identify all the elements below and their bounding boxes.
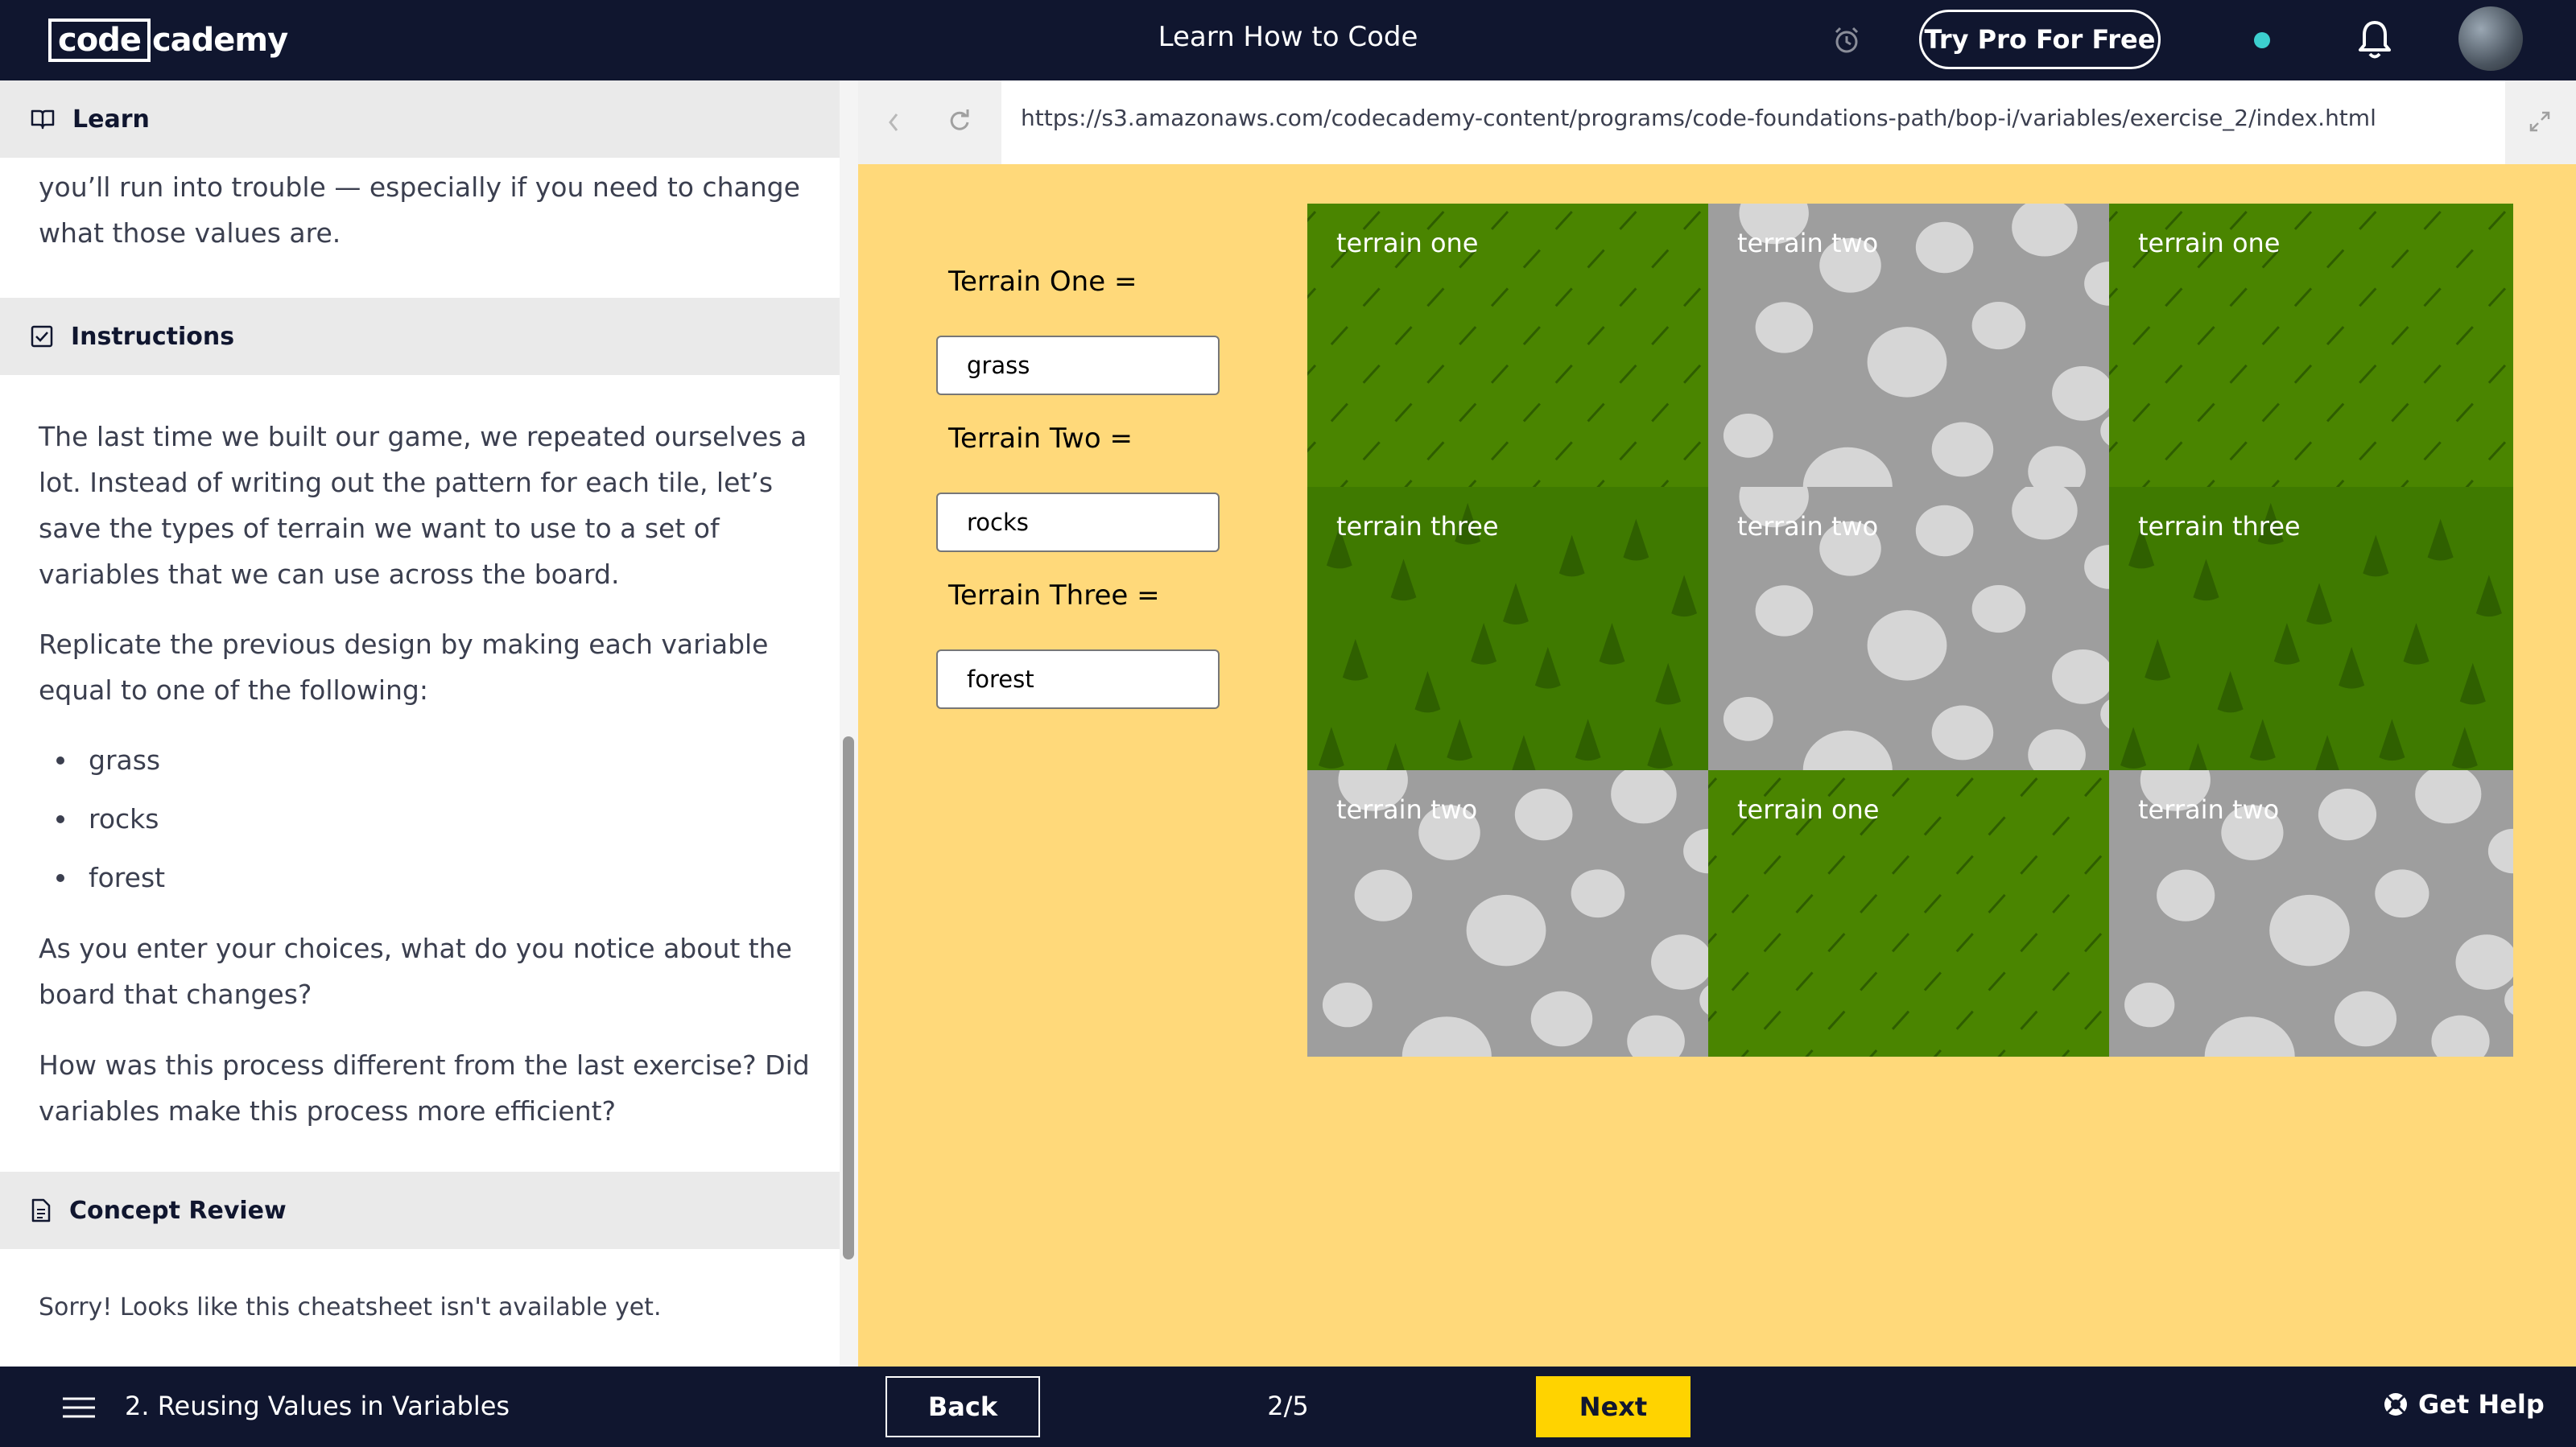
instructions-header[interactable]: Instructions [0,298,840,375]
board-tile: terrain three [2109,487,2513,770]
intro-text: you’ll run into trouble — especially if … [39,171,800,249]
lifebuoy-icon [2384,1393,2407,1416]
instruction-paragraph-2: Replicate the previous design by making … [39,629,769,706]
cheatsheet-text: Sorry! Looks like this cheatsheet isn't … [39,1293,662,1321]
menu-icon[interactable] [63,1397,95,1418]
url-field[interactable]: https://s3.amazonaws.com/codecademy-cont… [1021,105,2376,131]
list-item: forest [56,848,781,907]
book-icon [31,109,55,130]
list-item: grass [56,731,781,789]
terrain-options-list: grass rocks forest [56,731,781,907]
tile-label: terrain three [1336,511,1499,542]
board-tile: terrain two [2109,770,2513,1057]
tile-label: terrain one [1336,228,1479,258]
instruction-paragraph-3: As you enter your choices, what do you n… [39,933,792,1010]
lesson-title[interactable]: 2. Reusing Values in Variables [125,1391,510,1421]
terrain-one-label: Terrain One = [948,266,1137,298]
concept-review-header[interactable]: Concept Review [0,1172,840,1249]
terrain-two-input[interactable]: rocks [936,493,1220,552]
expand-icon[interactable] [2528,109,2552,134]
tile-label: terrain one [1737,794,1880,825]
instruction-paragraph-4: How was this process different from the … [39,1049,810,1127]
exercise-preview: Terrain One = grass Terrain Two = rocks … [858,164,2576,1367]
game-board: terrain one terrain two terrain one terrain… [1307,204,2513,1057]
board-tile: terrain three [1307,487,1708,770]
terrain-three-label: Terrain Three = [948,579,1160,612]
browser-nav [858,80,1001,164]
instructions-label: Instructions [71,322,235,351]
back-arrow-icon[interactable] [886,111,902,134]
board-tile: terrain two [1708,204,2109,487]
checkbox-icon [31,325,53,348]
bottom-nav: 2. Reusing Values in Variables Back 2/5 … [0,1367,2576,1447]
page-title: Learn How to Code [1158,21,1418,53]
board-tile: terrain one [1708,770,2109,1057]
expand-zone [2505,80,2576,164]
page-counter: 2/5 [1267,1391,1309,1421]
learn-label: Learn [72,105,150,134]
tile-label: terrain two [1737,228,1879,258]
terrain-one-input[interactable]: grass [936,336,1220,395]
logo-cademy: cademy [151,22,288,59]
tile-label: terrain one [2138,228,2281,258]
status-dot-icon [2254,32,2270,48]
scrollbar[interactable] [843,736,854,1259]
refresh-icon[interactable] [947,108,972,134]
board-tile: terrain one [1307,204,1708,487]
get-help-label: Get Help [2418,1389,2545,1420]
terrain-three-input[interactable]: forest [936,649,1220,709]
board-tile: terrain one [2109,204,2513,487]
document-icon [31,1198,51,1222]
tile-label: terrain two [1737,511,1879,542]
alarm-clock-icon[interactable] [1832,26,1861,55]
tile-label: terrain three [2138,511,2301,542]
back-button[interactable]: Back [886,1376,1040,1437]
user-avatar[interactable] [2458,6,2523,71]
instruction-paragraph-1: The last time we built our game, we repe… [39,421,807,590]
get-help-button[interactable]: Get Help [2383,1389,2545,1420]
list-item: rocks [56,789,781,848]
lesson-panel: Learn you’ll run into trouble — especial… [0,80,840,1367]
board-tile: terrain two [1708,487,2109,770]
browser-bar: https://s3.amazonaws.com/codecademy-cont… [858,80,2576,164]
top-nav: code cademy Learn How to Code Try Pro Fo… [0,0,2576,80]
concept-review-label: Concept Review [69,1196,287,1225]
try-pro-button[interactable]: Try Pro For Free [1919,10,2161,69]
logo-code: code [48,19,151,62]
bell-icon[interactable] [2357,19,2392,61]
board-tile: terrain two [1307,770,1708,1057]
next-button[interactable]: Next [1536,1376,1690,1437]
learn-header[interactable]: Learn [0,80,840,158]
codecademy-logo[interactable]: code cademy [48,18,288,63]
terrain-two-label: Terrain Two = [948,423,1133,455]
tile-label: terrain two [2138,794,2280,825]
tile-label: terrain two [1336,794,1478,825]
